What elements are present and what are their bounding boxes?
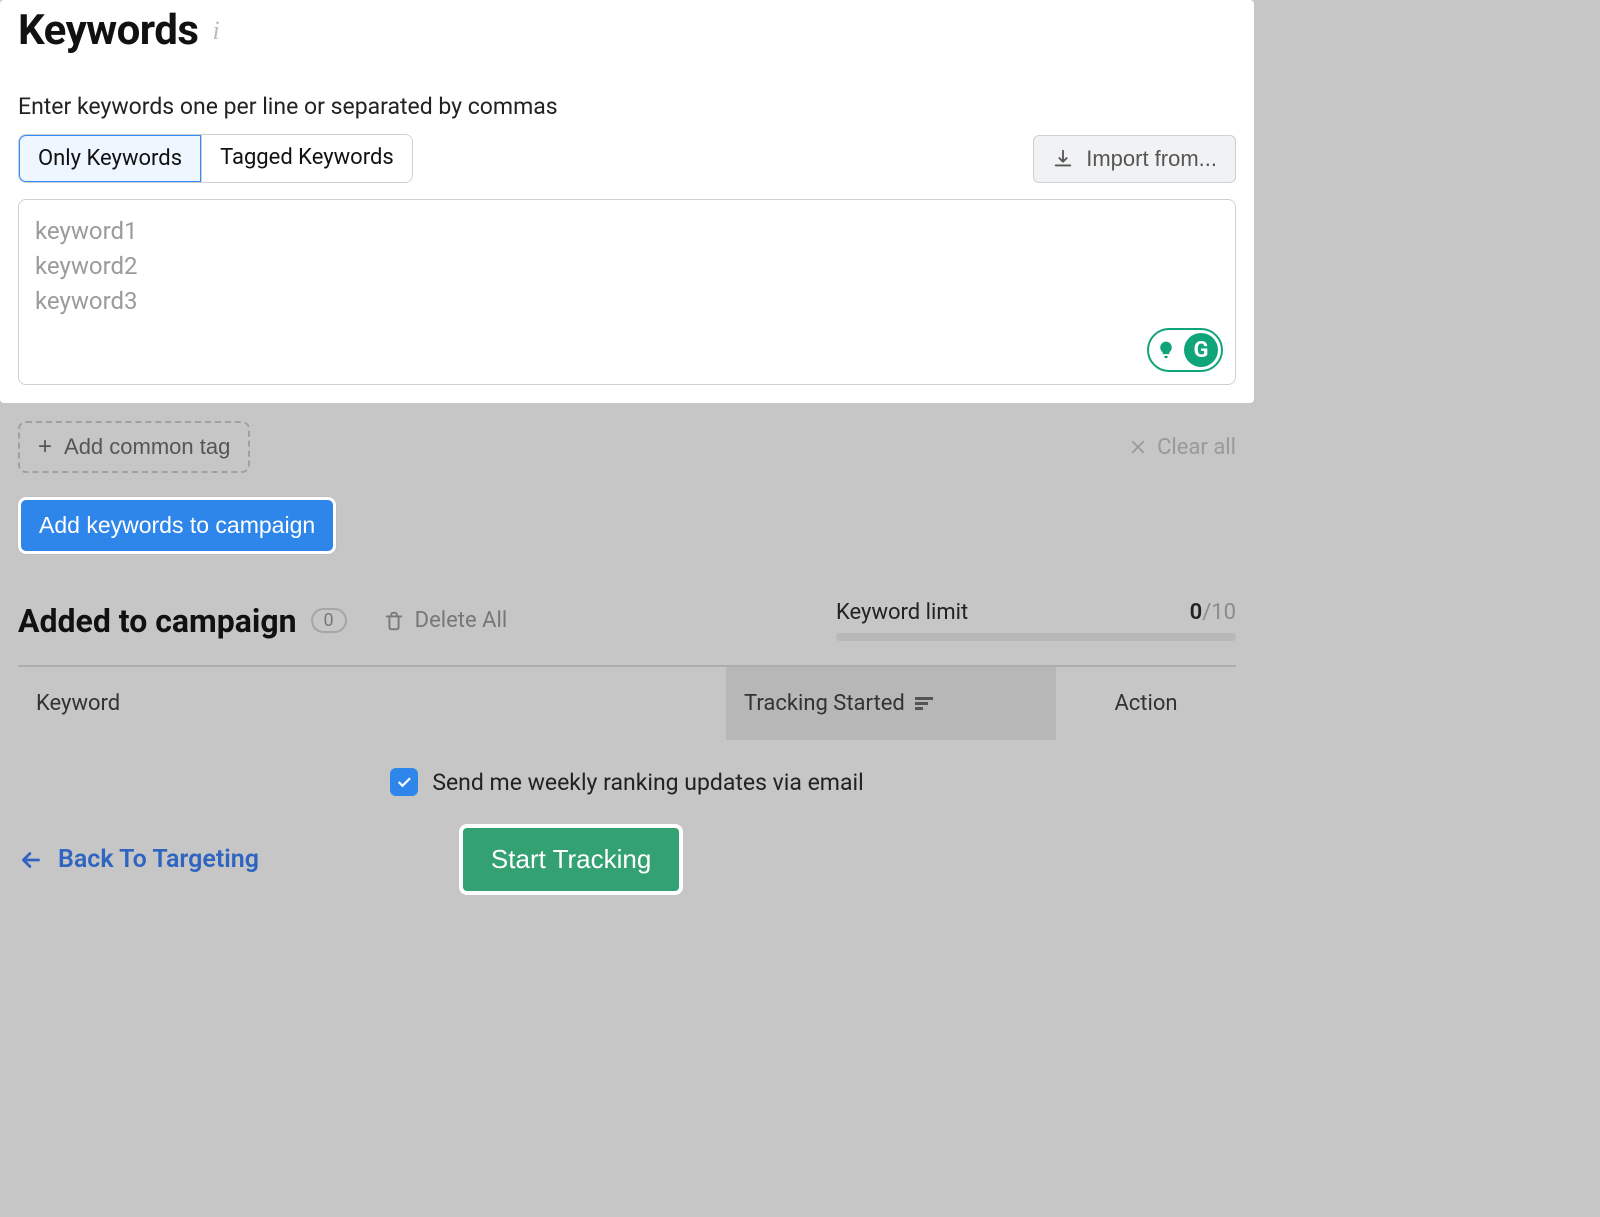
info-icon[interactable]: i <box>213 16 220 46</box>
trash-icon <box>383 610 405 632</box>
added-left: Added to campaign 0 Delete All <box>18 602 507 640</box>
title-row: Keywords i <box>18 6 1236 55</box>
delete-all-button[interactable]: Delete All <box>383 608 508 633</box>
subtitle-text: Enter keywords one per line or separated… <box>18 93 1236 120</box>
added-count-badge: 0 <box>311 608 347 633</box>
delete-all-label: Delete All <box>415 608 508 633</box>
lightbulb-icon <box>1152 336 1180 364</box>
controls-row: Only Keywords Tagged Keywords Import fro… <box>18 134 1236 183</box>
grammarly-icon: G <box>1184 333 1218 367</box>
check-icon <box>395 773 413 791</box>
grammarly-widget[interactable]: G <box>1147 328 1223 372</box>
footer-row: Back To Targeting Start Tracking <box>18 824 1236 907</box>
email-opt-in-row: Send me weekly ranking updates via email <box>18 768 1236 796</box>
limit-progress-bar <box>836 633 1236 641</box>
add-tag-label: Add common tag <box>64 434 230 460</box>
added-title: Added to campaign <box>18 602 297 640</box>
page-title: Keywords <box>18 6 199 55</box>
below-textarea-row: + Add common tag Clear all <box>0 403 1254 491</box>
download-icon <box>1052 148 1074 170</box>
col-tracking-started[interactable]: Tracking Started <box>726 667 1056 740</box>
added-header-row: Added to campaign 0 Delete All Keyword l… <box>18 600 1236 641</box>
email-checkbox[interactable] <box>390 768 418 796</box>
plus-icon: + <box>38 433 52 461</box>
close-icon <box>1129 438 1147 456</box>
tab-only-keywords[interactable]: Only Keywords <box>18 134 202 183</box>
col-keyword[interactable]: Keyword <box>18 667 726 740</box>
add-common-tag-button[interactable]: + Add common tag <box>18 421 250 473</box>
col-action: Action <box>1056 667 1236 740</box>
back-to-targeting-link[interactable]: Back To Targeting <box>18 845 259 874</box>
textarea-container: G <box>18 199 1236 385</box>
tab-tagged-keywords[interactable]: Tagged Keywords <box>201 135 412 182</box>
clear-all-button[interactable]: Clear all <box>1129 435 1236 460</box>
added-section: Added to campaign 0 Delete All Keyword l… <box>0 600 1254 907</box>
keywords-textarea[interactable] <box>19 200 1235 380</box>
limit-value: 0/10 <box>1190 600 1236 625</box>
limit-label: Keyword limit <box>836 600 968 625</box>
import-label: Import from... <box>1086 146 1217 172</box>
email-checkbox-label: Send me weekly ranking updates via email <box>432 769 863 796</box>
keywords-card: Keywords i Enter keywords one per line o… <box>0 0 1254 403</box>
clear-all-label: Clear all <box>1157 435 1236 460</box>
table-header: Keyword Tracking Started Action <box>18 665 1236 740</box>
keyword-limit: Keyword limit 0/10 <box>836 600 1236 641</box>
add-keywords-button[interactable]: Add keywords to campaign <box>18 497 336 554</box>
sort-icon <box>915 697 933 710</box>
import-button[interactable]: Import from... <box>1033 135 1236 183</box>
arrow-left-icon <box>18 847 44 873</box>
start-tracking-button[interactable]: Start Tracking <box>459 824 683 895</box>
back-label: Back To Targeting <box>58 845 259 874</box>
col-tracking-label: Tracking Started <box>744 691 905 716</box>
limit-top: Keyword limit 0/10 <box>836 600 1236 625</box>
keyword-tabs: Only Keywords Tagged Keywords <box>18 134 413 183</box>
